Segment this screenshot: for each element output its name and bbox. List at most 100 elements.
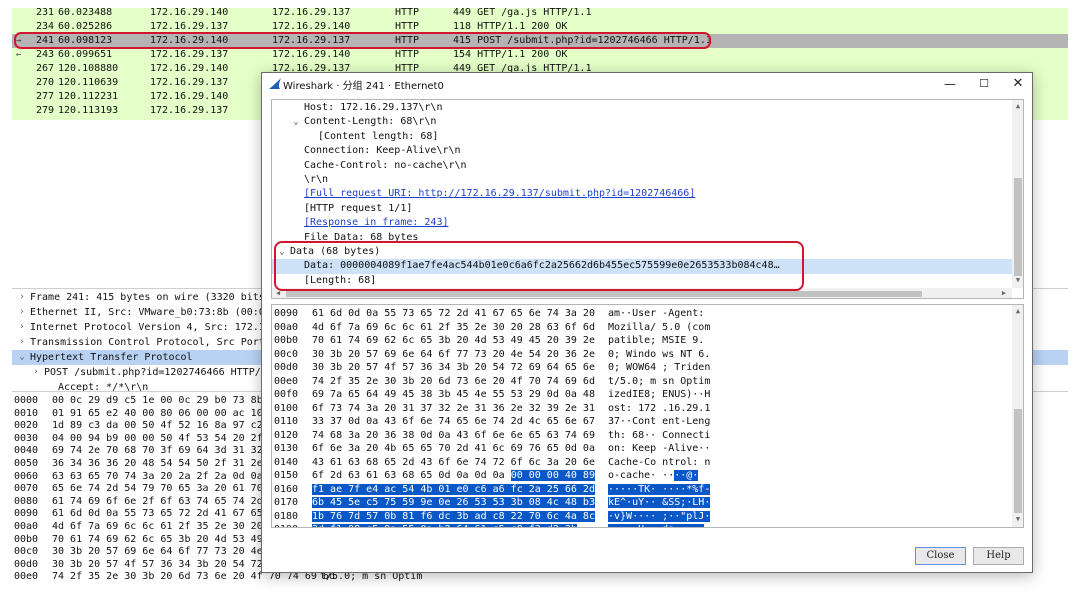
dialog-tree-row[interactable]: [Length: 68] <box>272 274 1012 288</box>
dialog-tree-label: [Length: 68] <box>304 274 377 286</box>
close-button[interactable]: Close <box>915 547 966 565</box>
tree-link[interactable]: [Response in frame: 243] <box>304 216 449 230</box>
packet-row[interactable]: → 241 60.098123 172.16.29.140 172.16.29.137 H… <box>12 34 1068 48</box>
details-tree-label: Frame 241: 415 bytes on wire (3320 bits) <box>30 292 271 303</box>
minimize-button[interactable]: — <box>932 73 968 95</box>
hex-bytes: 6f 73 74 3a 20 31 37 32 2e 31 36 2e 32 3… <box>312 402 595 416</box>
hex-ascii: ost: 172 .16.29.1 <box>608 402 710 416</box>
dialog-tree-row[interactable]: [Full request URI: http://172.16.29.137/… <box>272 187 1012 201</box>
dialog-tree-row[interactable]: [HTTP request 1/1] <box>272 202 1012 216</box>
expand-arrow-icon[interactable]: ⌄ <box>16 350 28 365</box>
hex-offset: 0120 <box>274 429 299 441</box>
expand-arrow-icon[interactable]: ⌄ <box>290 115 302 129</box>
hex-ascii-selected: ·v}W···· ;··"plJ· <box>608 510 711 522</box>
packet-row[interactable]: 231 60.023488 172.16.29.140 172.16.29.137 HT… <box>12 8 1068 20</box>
packet-no: 277 <box>35 91 54 102</box>
scroll-right-arrow-icon[interactable]: ▶ <box>998 289 1010 297</box>
hex-ascii: kE^·uY·· &SS;·LH· <box>608 496 711 510</box>
hex-offset: 0050 <box>14 458 39 469</box>
vertical-scrollbar[interactable]: ▲ ▼ <box>1012 305 1023 527</box>
packet-src: 172.16.29.137 <box>150 21 229 32</box>
close-window-button[interactable]: ✕ <box>1000 73 1032 95</box>
dialog-tree-label: [HTTP request 1/1] <box>304 202 413 214</box>
packet-dst: 172.16.29.137 <box>272 8 351 18</box>
hex-ascii-plain: 37··Cont ent-Leng <box>608 416 711 427</box>
hex-bytes: 70 61 74 69 62 6c 65 3b 20 4d 53 49 45 2… <box>312 334 595 348</box>
collapse-arrow-icon[interactable]: › <box>16 305 28 320</box>
dialog-tree-row[interactable]: [Response in frame: 243] <box>272 216 1012 230</box>
hex-offset: 0000 <box>14 395 39 406</box>
packet-row[interactable]: 234 60.025286 172.16.29.137 172.16.29.140 HT… <box>12 20 1068 34</box>
tree-link[interactable]: [Full request URI: http://172.16.29.137/… <box>304 187 695 201</box>
hex-bytes-selected: 3d f1 08 c5 9a 55 0a b2 64 61 c5 c8 f3 d… <box>312 524 577 527</box>
hex-ascii: am··User -Agent: <box>608 307 704 321</box>
dialog-tree-row[interactable]: Data: 0000004089f1ae7fe4ac544b01e0c6a6fc… <box>272 259 1012 274</box>
hex-bytes-plain: 69 7a 65 64 49 45 38 3b 45 4e 55 53 29 0… <box>312 389 595 400</box>
hex-offset: 0090 <box>14 508 39 520</box>
details-tree-label: Transmission Control Protocol, Src Port: <box>30 337 271 348</box>
hex-bytes: 70 61 74 69 62 6c 65 3b 20 4d 53 49 <box>52 533 263 545</box>
hex-bytes: 01 91 65 e2 40 00 80 06 00 00 ac 10 <box>52 407 263 419</box>
hex-ascii: izedIE8; ENUS)··H <box>608 388 710 402</box>
dialog-tree-row[interactable]: \r\n <box>272 173 1012 187</box>
scrollbar-thumb[interactable] <box>1014 409 1022 513</box>
dialog-title: Wireshark · 分组 241 · Ethernet0 <box>283 81 444 92</box>
hex-bytes-selected: f1 ae 7f e4 ac 54 4b 01 e0 c6 a6 fc 2a 2… <box>312 483 595 495</box>
dialog-tree-row[interactable]: Host: 172.16.29.137\r\n <box>272 101 1012 115</box>
scroll-up-arrow-icon[interactable]: ▲ <box>1012 307 1023 315</box>
dialog-tree-row[interactable]: [Content length: 68] <box>272 130 1012 144</box>
details-tree-label: Ethernet II, Src: VMware_b0:73:8b (00:0c <box>30 307 271 318</box>
hex-ascii-plain: am··User -Agent: <box>608 308 705 319</box>
hex-ascii: 0; Windo ws NT 6. <box>608 348 710 362</box>
collapse-arrow-icon[interactable]: › <box>16 335 28 350</box>
scroll-up-arrow-icon[interactable]: ▲ <box>1012 102 1023 110</box>
vertical-scrollbar[interactable]: ▲ ▼ <box>1012 100 1023 288</box>
hex-bytes: 61 6d 0d 0a 55 73 65 72 2d 41 67 65 <box>52 508 263 520</box>
hex-offset: 00c0 <box>274 348 299 360</box>
hex-offset: 00e0 <box>14 571 39 583</box>
help-button[interactable]: Help <box>973 547 1024 565</box>
scrollbar-thumb[interactable] <box>1014 178 1022 276</box>
dialog-tree-label: [Content length: 68] <box>318 130 439 142</box>
dialog-tree-row[interactable]: Connection: Keep-Alive\r\n <box>272 144 1012 158</box>
hex-ascii-selected: ··@· <box>674 470 699 481</box>
packet-no: 243 <box>35 49 54 60</box>
collapse-arrow-icon[interactable]: › <box>16 320 28 335</box>
hex-ascii: Mozilla/ 5.0 (com <box>608 321 710 335</box>
hex-bytes-plain: 6f 2d 63 61 63 68 65 0d 0a 0d 0a <box>312 470 511 481</box>
maximize-button[interactable]: ☐ <box>966 73 1002 95</box>
hex-bytes: 04 00 94 b9 00 00 50 4f 53 54 20 2f <box>52 432 263 444</box>
dialog-tree-row[interactable]: ⌄ Content-Length: 68\r\n <box>272 115 1012 129</box>
hex-offset: 0070 <box>14 483 39 495</box>
packet-info: 449 GET /ga.js HTTP/1.1 <box>453 8 592 18</box>
scroll-down-arrow-icon[interactable]: ▼ <box>1012 515 1023 523</box>
packet-src: 172.16.29.140 <box>150 63 229 74</box>
packet-time: 120.112231 <box>58 91 119 102</box>
dialog-tree-row[interactable]: ⌄ Data (68 bytes) <box>272 245 1012 259</box>
packet-src: 172.16.29.140 <box>150 35 229 46</box>
hex-bytes-plain: 74 2f 35 2e 30 3b 20 6d 73 6e 20 4f 70 7… <box>312 375 595 387</box>
dialog-tree-row[interactable]: Cache-Control: no-cache\r\n <box>272 159 1012 173</box>
expand-arrow-icon[interactable]: ⌄ <box>276 245 288 259</box>
horizontal-scrollbar[interactable]: ◀ ▶ <box>272 288 1012 298</box>
hex-bytes: 6f 6e 3a 20 4b 65 65 70 2d 41 6c 69 76 6… <box>312 442 595 456</box>
collapse-arrow-icon[interactable]: › <box>30 365 42 380</box>
hex-bytes-plain: 33 37 0d 0a 43 6f 6e 74 65 6e 74 2d 4c 6… <box>312 416 595 427</box>
dialog-tree-label: Data: 0000004089f1ae7fe4ac544b01e0c6a6fc… <box>304 260 780 272</box>
dialog-tree-row[interactable]: File Data: 68 bytes <box>272 231 1012 245</box>
packet-src: 172.16.29.137 <box>150 49 229 60</box>
hex-ascii: on: Keep -Alive·· <box>608 442 710 456</box>
collapse-arrow-icon[interactable]: › <box>16 290 28 305</box>
hex-bytes: f1 ae 7f e4 ac 54 4b 01 e0 c6 a6 fc 2a 2… <box>312 483 595 497</box>
scrollbar-thumb[interactable] <box>286 291 922 297</box>
scroll-down-arrow-icon[interactable]: ▼ <box>1012 276 1023 284</box>
hex-offset: 0080 <box>14 495 39 507</box>
scroll-left-arrow-icon[interactable]: ◀ <box>272 289 284 297</box>
hex-bytes: 74 2f 35 2e 30 3b 20 6d 73 6e 20 4f 70 7… <box>312 375 595 389</box>
dialog-titlebar[interactable]: Wireshark · 分组 241 · Ethernet0 — ☐ ✕ <box>262 73 1032 95</box>
packet-src: 172.16.29.137 <box>150 105 229 116</box>
dialog-tree-label: Data (68 bytes) <box>290 246 381 257</box>
packet-row[interactable]: ← 243 60.099651 172.16.29.137 172.16.29.140 H… <box>12 48 1068 62</box>
hex-ascii: 37··Cont ent-Leng <box>608 415 710 429</box>
hex-bytes-selected: 6b 45 5e c5 75 59 9e 0e 26 53 53 3b 08 4… <box>312 497 595 508</box>
